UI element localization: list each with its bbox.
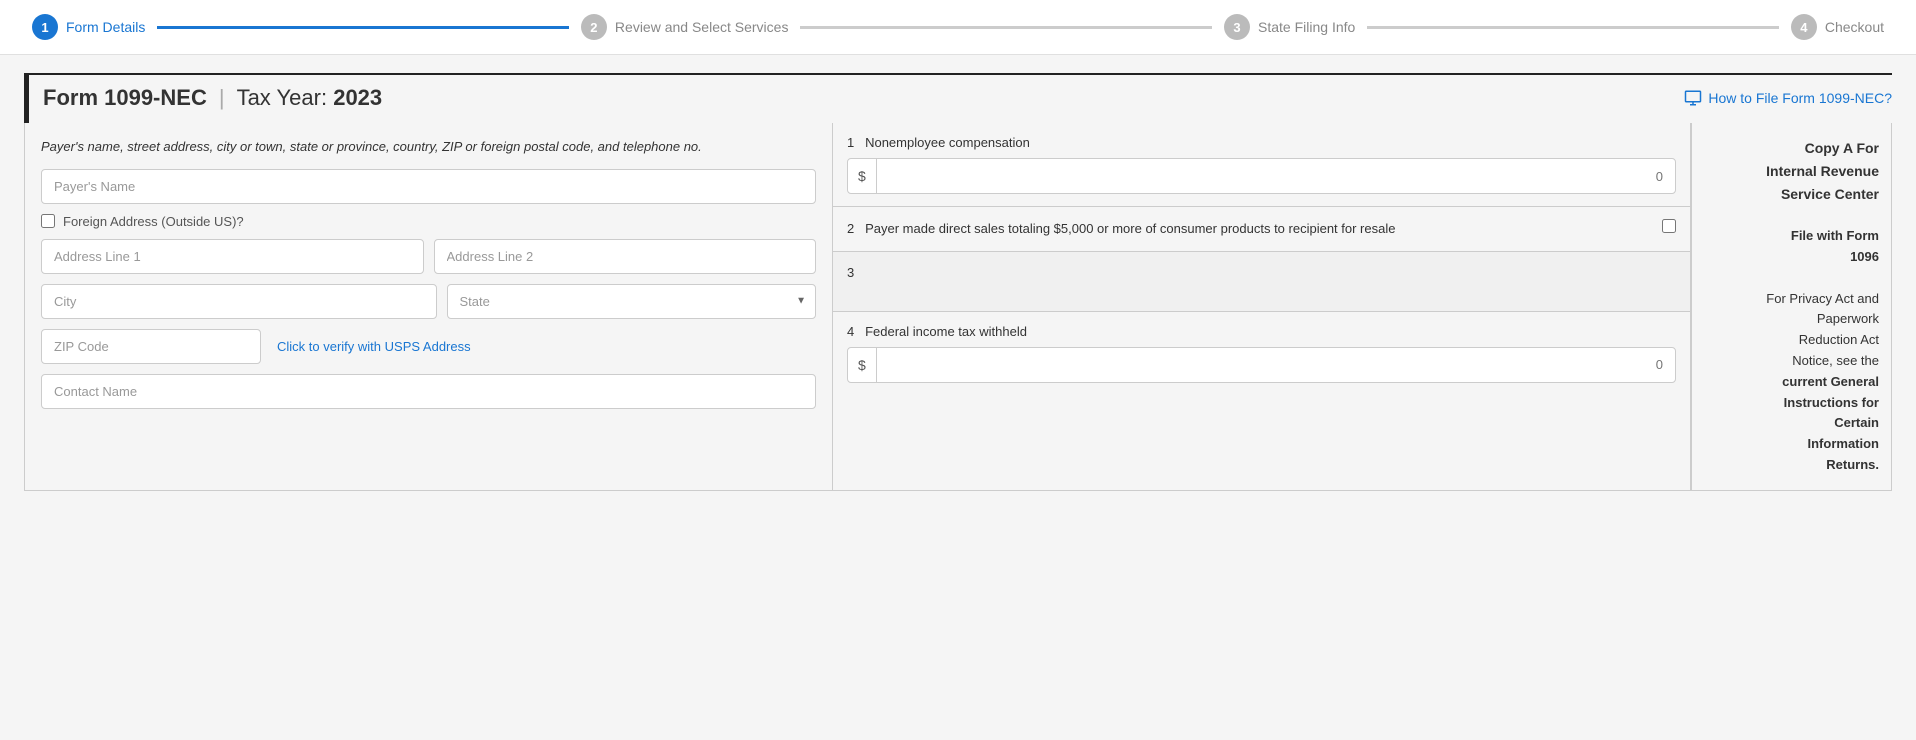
address-lines-row: [41, 239, 816, 274]
right-panel: 1 Nonemployee compensation $ 2 Payer mad…: [833, 123, 1691, 490]
step-3-label: State Filing Info: [1258, 19, 1355, 35]
left-panel: Payer's name, street address, city or to…: [25, 123, 833, 490]
step-3[interactable]: 3 State Filing Info: [1224, 14, 1355, 40]
copy-a-title: Copy A For Internal Revenue Service Cent…: [1704, 137, 1879, 205]
privacy-notice: For Privacy Act and Paperwork Reduction …: [1704, 289, 1879, 476]
step-1-label: Form Details: [66, 19, 145, 35]
step-4-label: Checkout: [1825, 19, 1884, 35]
step-2-label: Review and Select Services: [615, 19, 789, 35]
zip-usps-row: Click to verify with USPS Address: [41, 329, 816, 364]
step-1[interactable]: 1 Form Details: [32, 14, 145, 40]
section-4-header: 4 Federal income tax withheld: [847, 324, 1676, 339]
how-to-link[interactable]: How to File Form 1099-NEC?: [1684, 89, 1892, 107]
main-content: Form 1099-NEC | Tax Year: 2023 How to Fi…: [0, 55, 1916, 491]
state-select[interactable]: State: [447, 284, 817, 319]
section-2-text-area: 2 Payer made direct sales totaling $5,00…: [847, 219, 1395, 239]
foreign-address-checkbox[interactable]: [41, 214, 55, 228]
stepper: 1 Form Details 2 Review and Select Servi…: [0, 0, 1916, 55]
usps-verify-link[interactable]: Click to verify with USPS Address: [277, 339, 471, 354]
dollar-sign-4: $: [848, 348, 877, 382]
presentation-icon: [1684, 89, 1702, 107]
city-input[interactable]: [41, 284, 437, 319]
step-4-circle: 4: [1791, 14, 1817, 40]
payer-name-row: [41, 169, 816, 204]
section-1: 1 Nonemployee compensation $: [833, 123, 1690, 207]
tax-year-text: Tax Year: 2023: [237, 85, 383, 111]
section-3: 3: [833, 252, 1690, 312]
title-separator: |: [219, 85, 225, 111]
form-header: Form 1099-NEC | Tax Year: 2023 How to Fi…: [24, 73, 1892, 123]
file-with-info: File with Form 1096: [1704, 226, 1879, 268]
form-body: Payer's name, street address, city or to…: [24, 123, 1892, 491]
step-3-circle: 3: [1224, 14, 1250, 40]
step-2[interactable]: 2 Review and Select Services: [581, 14, 789, 40]
step-1-circle: 1: [32, 14, 58, 40]
step-line-2: [800, 26, 1212, 29]
section-1-header: 1 Nonemployee compensation: [847, 135, 1676, 150]
step-2-circle: 2: [581, 14, 607, 40]
state-select-wrapper: State: [447, 284, 817, 319]
form-title: Form 1099-NEC: [43, 85, 207, 111]
section-2-content: 2 Payer made direct sales totaling $5,00…: [847, 219, 1676, 239]
foreign-address-label: Foreign Address (Outside US)?: [63, 214, 244, 229]
address-line2-input[interactable]: [434, 239, 817, 274]
section-1-label: Nonemployee compensation: [865, 135, 1030, 150]
step-4[interactable]: 4 Checkout: [1791, 14, 1884, 40]
contact-name-row: [41, 374, 816, 409]
section-4: 4 Federal income tax withheld $: [833, 312, 1690, 395]
form-title-area: Form 1099-NEC | Tax Year: 2023: [43, 85, 382, 111]
foreign-address-row: Foreign Address (Outside US)?: [41, 214, 816, 229]
info-panel: Copy A For Internal Revenue Service Cent…: [1691, 123, 1891, 490]
section-2: 2 Payer made direct sales totaling $5,00…: [833, 207, 1690, 252]
section-2-checkbox[interactable]: [1662, 219, 1676, 233]
section-4-label: Federal income tax withheld: [865, 324, 1027, 339]
section-1-input-wrapper: $: [847, 158, 1676, 194]
address-line1-input[interactable]: [41, 239, 424, 274]
payer-description: Payer's name, street address, city or to…: [41, 137, 816, 157]
contact-name-input[interactable]: [41, 374, 816, 409]
zip-input[interactable]: [41, 329, 261, 364]
payer-name-input[interactable]: [41, 169, 816, 204]
step-line-1: [157, 26, 569, 29]
nonemployee-comp-input[interactable]: [877, 160, 1675, 193]
section-2-label: Payer made direct sales totaling $5,000 …: [865, 221, 1395, 236]
step-line-3: [1367, 26, 1779, 29]
dollar-sign-1: $: [848, 159, 877, 193]
city-state-row: State: [41, 284, 816, 319]
section-4-input-wrapper: $: [847, 347, 1676, 383]
federal-tax-withheld-input[interactable]: [877, 348, 1675, 381]
